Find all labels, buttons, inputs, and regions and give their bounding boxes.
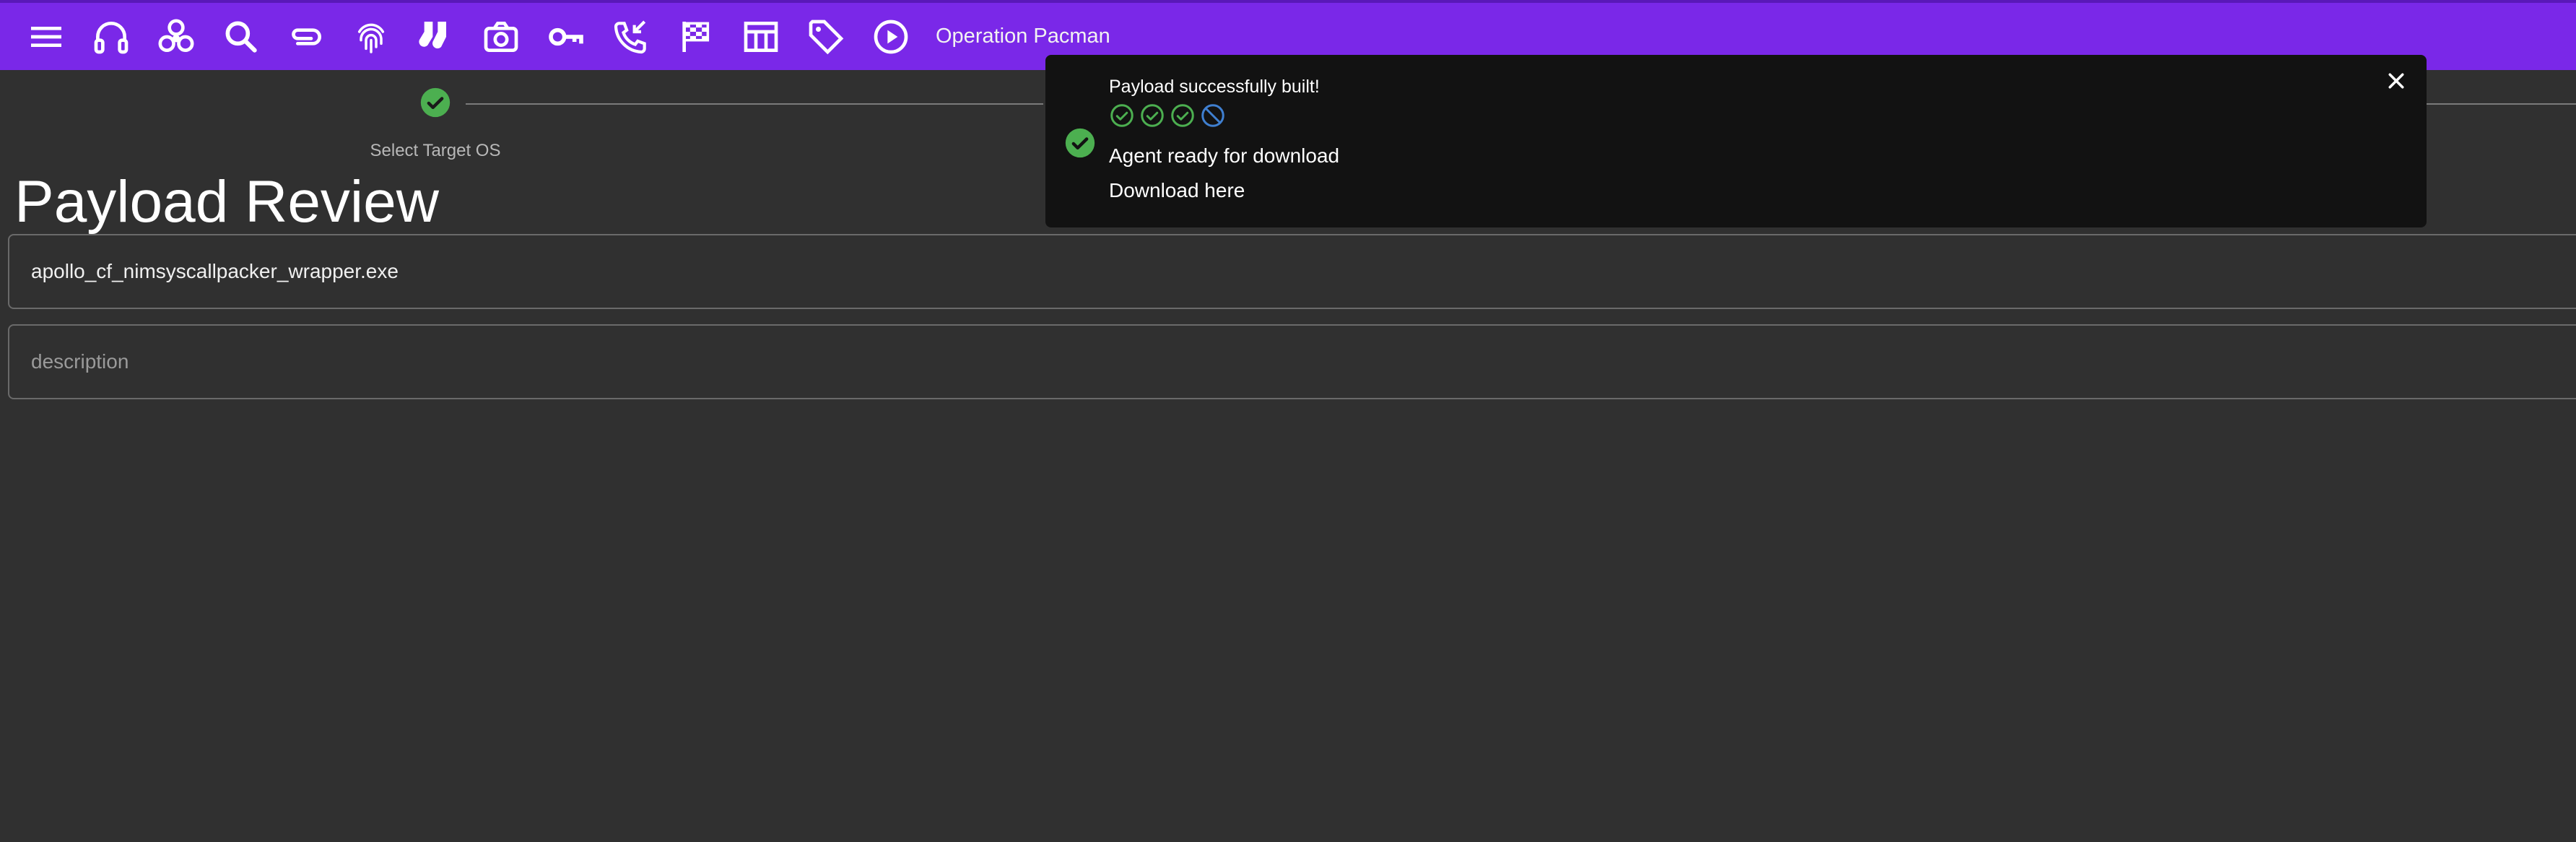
- biohazard-icon[interactable]: [155, 15, 198, 58]
- check-circle-icon[interactable]: [1109, 103, 1135, 129]
- operation-name[interactable]: Operation Pacman: [936, 25, 1110, 48]
- phone-callback-icon[interactable]: [609, 15, 653, 58]
- stepper-connector: [2426, 103, 2576, 105]
- stepper-connector: [466, 103, 1043, 105]
- check-circle-icon[interactable]: [1139, 103, 1165, 129]
- build-success-toast: Payload successfully built! Agent ready …: [1045, 55, 2427, 227]
- build-step-status-row: [1109, 103, 1226, 129]
- paperclip-icon[interactable]: [284, 15, 328, 58]
- description-field[interactable]: [8, 324, 2576, 399]
- play-circle-icon[interactable]: [869, 15, 913, 58]
- table-icon[interactable]: [739, 15, 783, 58]
- description-input[interactable]: [30, 350, 2576, 374]
- blocked-circle-icon[interactable]: [1200, 103, 1226, 129]
- socks-icon[interactable]: [414, 15, 458, 58]
- search-icon[interactable]: [219, 15, 263, 58]
- download-link[interactable]: Download here: [1109, 179, 1245, 202]
- close-icon[interactable]: [2382, 66, 2411, 95]
- camera-icon[interactable]: [479, 15, 523, 58]
- menu-icon[interactable]: [25, 15, 68, 58]
- toast-title: Payload successfully built!: [1109, 77, 1320, 97]
- check-circle-icon[interactable]: [1170, 103, 1196, 129]
- toast-message: Agent ready for download: [1109, 144, 1340, 167]
- headphones-icon[interactable]: [90, 15, 133, 58]
- step-label-target-os[interactable]: Select Target OS: [0, 141, 871, 161]
- key-icon[interactable]: [544, 15, 588, 58]
- success-check-icon: [1065, 128, 1095, 158]
- filename-input[interactable]: [30, 259, 2576, 284]
- step-complete-icon: [420, 87, 451, 118]
- fingerprint-icon[interactable]: [349, 15, 393, 58]
- checkered-flag-icon[interactable]: [674, 15, 718, 58]
- page-title: Payload Review: [14, 169, 439, 235]
- filename-field[interactable]: [8, 234, 2576, 309]
- tag-icon[interactable]: [804, 15, 848, 58]
